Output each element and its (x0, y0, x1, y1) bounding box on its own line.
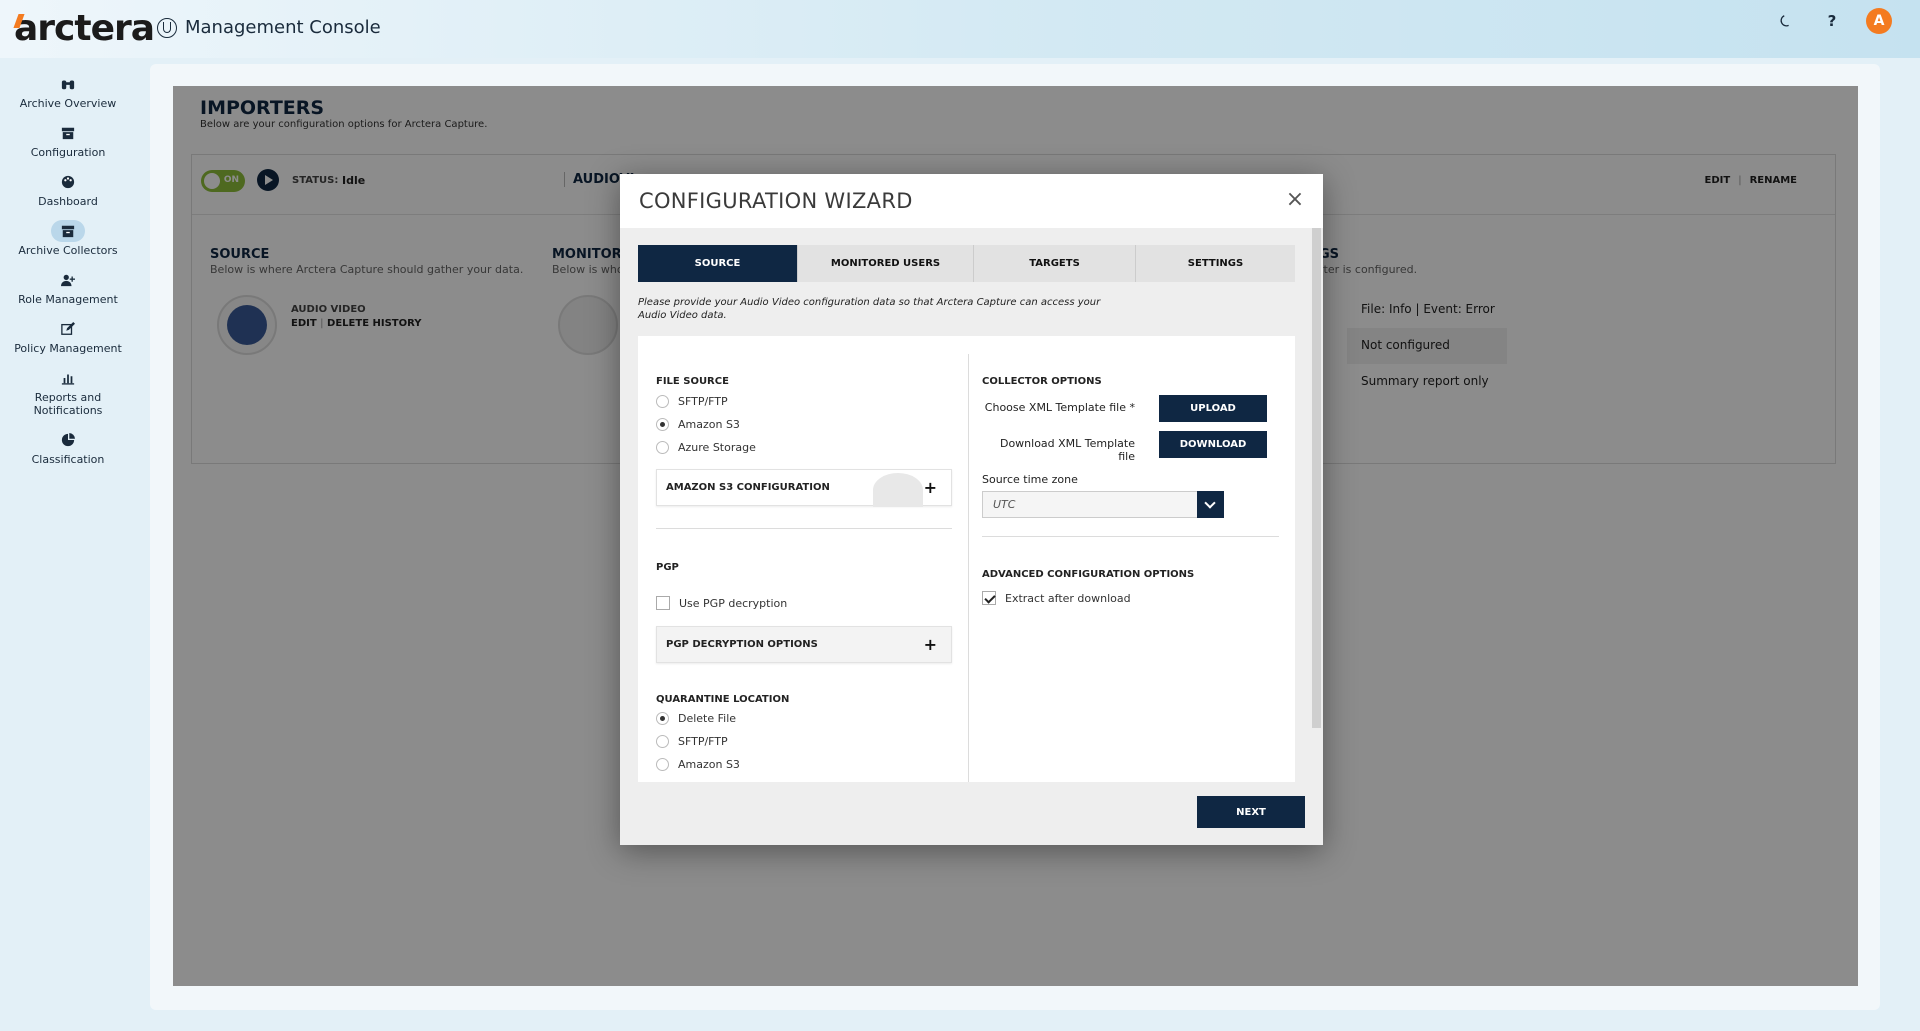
sidebar-item-archive-overview[interactable]: Archive Overview (0, 70, 136, 119)
pgp-label: PGP (656, 562, 679, 573)
radio-quarantine-amazon-s3[interactable]: Amazon S3 (656, 758, 740, 771)
radio-label: Amazon S3 (678, 758, 740, 771)
sidebar-item-label: Policy Management (14, 342, 122, 355)
modal-footer: NEXT (620, 782, 1323, 845)
modal-header: CONFIGURATION WIZARD × (620, 174, 1323, 228)
sidebar-item-classification[interactable]: Classification (0, 426, 136, 475)
bar-chart-icon (51, 367, 85, 389)
next-button[interactable]: NEXT (1197, 796, 1305, 828)
sidebar-item-policy-management[interactable]: Policy Management (0, 315, 136, 364)
plus-icon[interactable]: + (924, 478, 937, 497)
radio-label: Azure Storage (678, 441, 756, 454)
sidebar-item-label: Reports and Notifications (33, 391, 103, 417)
app-title-text: Management Console (185, 17, 381, 38)
binoculars-icon (51, 73, 85, 95)
moon-icon[interactable] (1774, 9, 1798, 33)
tab-settings[interactable]: SETTINGS (1136, 245, 1295, 282)
sidebar-item-role-management[interactable]: Role Management (0, 266, 136, 315)
choose-xml-template-label: Choose XML Template file * (984, 401, 1135, 414)
download-xml-template-label: Download XML Template file (999, 437, 1135, 463)
radio-label: Amazon S3 (678, 418, 740, 431)
column-divider (968, 354, 969, 782)
radio-circle[interactable] (656, 418, 669, 431)
tab-source[interactable]: SOURCE (638, 245, 798, 282)
pie-chart-icon (51, 429, 85, 451)
gear-icon (873, 473, 923, 507)
collector-options-label: COLLECTOR OPTIONS (982, 376, 1102, 387)
radio-quarantine-sftp[interactable]: SFTP/FTP (656, 735, 728, 748)
sidebar-item-label: Archive Collectors (18, 244, 118, 257)
pgp-decryption-checkbox-row[interactable]: Use PGP decryption (656, 596, 787, 610)
arctera-logo[interactable]: arctera (13, 8, 155, 49)
quarantine-location-label: QUARANTINE LOCATION (656, 694, 790, 705)
avatar[interactable]: A (1866, 8, 1892, 34)
radio-label: Delete File (678, 712, 737, 725)
logo-text: arctera (14, 8, 155, 49)
close-icon[interactable]: × (1283, 188, 1307, 212)
source-form: FILE SOURCE SFTP/FTP Amazon S3 Azure Sto… (638, 336, 1295, 782)
sidebar-item-label: Role Management (18, 293, 118, 306)
sidebar: Archive Overview Configuration Dashboard… (0, 70, 136, 475)
select-value: UTC (993, 498, 1016, 511)
accordion-label: AMAZON S3 CONFIGURATION (666, 482, 830, 493)
pgp-decryption-options-accordion[interactable]: PGP DECRYPTION OPTIONS + (656, 626, 952, 663)
archive-box-icon (51, 122, 85, 144)
radio-label: SFTP/FTP (678, 395, 728, 408)
sidebar-item-label: Classification (31, 453, 105, 466)
amazon-s3-config-accordion[interactable]: AMAZON S3 CONFIGURATION + (656, 469, 952, 507)
pgp-decryption-checkbox[interactable] (656, 596, 670, 610)
advanced-config-label: ADVANCED CONFIGURATION OPTIONS (982, 569, 1195, 580)
wizard-intro: Please provide your Audio Video configur… (638, 297, 1101, 321)
divider (982, 536, 1279, 537)
sidebar-item-dashboard[interactable]: Dashboard (0, 168, 136, 217)
tab-monitored-users[interactable]: MONITORED USERS (798, 245, 974, 282)
radio-circle[interactable] (656, 441, 669, 454)
radio-circle[interactable] (656, 758, 669, 771)
header-actions: ? A (1774, 8, 1892, 34)
extract-after-download-row[interactable]: Extract after download (982, 591, 1131, 605)
checkbox-label: Use PGP decryption (679, 596, 788, 610)
divider (656, 528, 952, 529)
radio-sftp[interactable]: SFTP/FTP (656, 395, 728, 408)
radio-circle[interactable] (656, 712, 669, 725)
file-source-label: FILE SOURCE (656, 376, 729, 387)
user-plus-icon (51, 269, 85, 291)
archive-box-icon (51, 220, 85, 242)
checkbox-label: Extract after download (1005, 591, 1131, 605)
radio-azure-storage[interactable]: Azure Storage (656, 441, 756, 454)
download-button[interactable]: DOWNLOAD (1159, 431, 1267, 458)
palette-icon (51, 171, 85, 193)
radio-amazon-s3[interactable]: Amazon S3 (656, 418, 740, 431)
sidebar-item-configuration[interactable]: Configuration (0, 119, 136, 168)
console-icon (157, 17, 177, 38)
wizard-tabs: SOURCE MONITORED USERS TARGETS SETTINGS (638, 245, 1295, 282)
source-time-zone-label: Source time zone (982, 473, 1078, 486)
configuration-wizard-modal: CONFIGURATION WIZARD × SOURCE MONITORED … (620, 174, 1323, 845)
help-icon[interactable]: ? (1820, 9, 1844, 33)
sidebar-item-reports-and-notifications[interactable]: Reports and Notifications (0, 364, 136, 426)
sidebar-item-label: Dashboard (38, 195, 98, 208)
extract-after-download-checkbox[interactable] (982, 591, 996, 605)
source-time-zone-select[interactable]: UTC (982, 491, 1224, 518)
accordion-label: PGP DECRYPTION OPTIONS (666, 639, 818, 650)
modal-scrollbar[interactable] (1312, 228, 1321, 728)
edit-icon (51, 318, 85, 340)
plus-icon[interactable]: + (924, 635, 937, 654)
radio-label: SFTP/FTP (678, 735, 728, 748)
top-bar: arctera Management Console ? A (0, 0, 1920, 58)
sidebar-item-label: Configuration (30, 146, 106, 159)
app-title: Management Console (157, 17, 381, 38)
radio-delete-file[interactable]: Delete File (656, 712, 736, 725)
sidebar-item-label: Archive Overview (19, 97, 117, 110)
tab-targets[interactable]: TARGETS (974, 245, 1136, 282)
upload-button[interactable]: UPLOAD (1159, 395, 1267, 422)
radio-circle[interactable] (656, 395, 669, 408)
chevron-down-icon[interactable] (1197, 491, 1224, 518)
modal-title: CONFIGURATION WIZARD (639, 189, 913, 213)
sidebar-item-archive-collectors[interactable]: Archive Collectors (0, 217, 136, 266)
radio-circle[interactable] (656, 735, 669, 748)
